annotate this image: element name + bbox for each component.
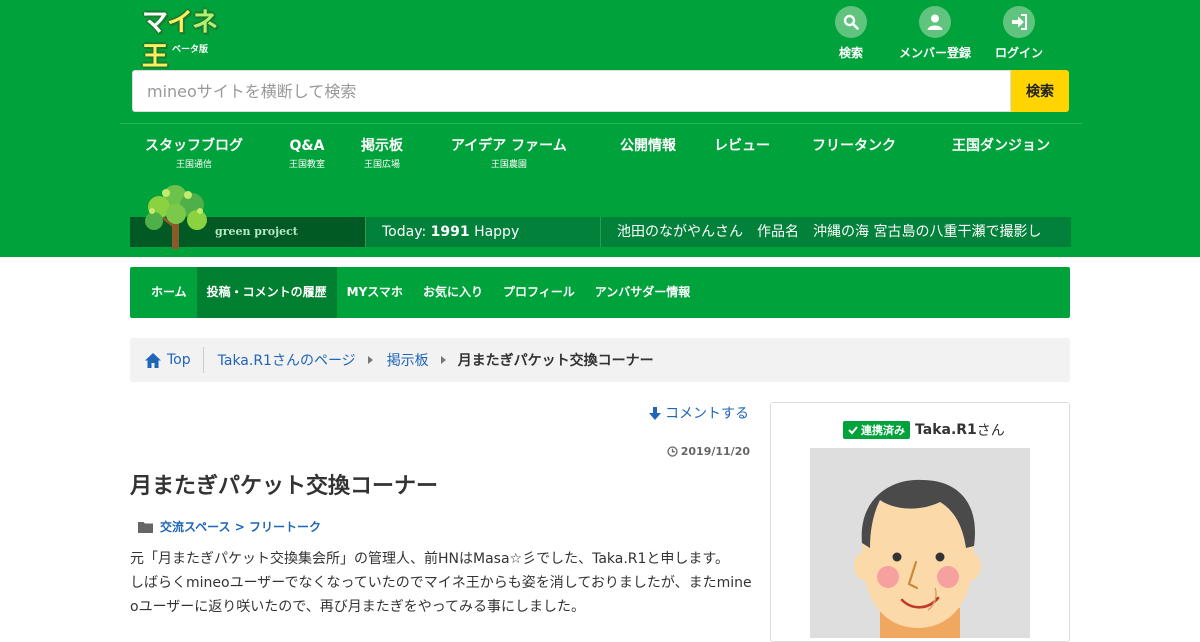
author-header: 連携済み Taka.R1 さん (843, 420, 1005, 440)
post-date: 2019/11/20 (667, 445, 750, 458)
gnav-label: レビュー (714, 138, 770, 154)
header-login-label: ログイン (994, 46, 1043, 60)
chevron-right-icon (440, 356, 446, 364)
breadcrumb-top-label: Top (167, 352, 191, 368)
gnav-sublabel: 王国広場 (363, 160, 400, 170)
gnav-free-tank[interactable]: フリータンク (812, 132, 896, 160)
gnav-public-info[interactable]: 公開情報 (620, 132, 676, 160)
avatar[interactable] (810, 448, 1030, 638)
logo-char-2: イ (167, 8, 193, 38)
logo-char-4: 王 (142, 42, 168, 72)
header-login-button[interactable]: ログイン (984, 6, 1054, 61)
chevron-right-icon (367, 356, 373, 364)
mynav-home[interactable]: ホーム (130, 267, 197, 318)
site-search-button[interactable]: 検索 (1011, 70, 1069, 112)
clock-icon (667, 446, 678, 457)
user-icon (919, 6, 951, 38)
ticker-news[interactable]: 池田のながやんさん 作品名 沖縄の海 宮古島の八重干瀬で撮影し (601, 217, 1071, 247)
gnav-review[interactable]: レビュー (714, 132, 770, 160)
post-category[interactable]: 交流スペース > フリートーク (138, 518, 321, 535)
today-count: 1991 (430, 224, 470, 240)
author-suffix: さん (976, 423, 1005, 439)
breadcrumb-user-page[interactable]: Taka.R1さんのページ (218, 350, 356, 370)
gnav-label: 公開情報 (620, 138, 676, 154)
global-nav: スタッフブログ 王国通信 Q&A 王国教室 掲示板 王国広場 アイデア ファーム… (130, 132, 1070, 182)
login-icon (1003, 6, 1035, 38)
header-register-button[interactable]: メンバー登録 (886, 6, 984, 61)
site-logo[interactable]: マイネ王 ベータ版 (142, 6, 242, 72)
gnav-board[interactable]: 掲示板 王国広場 (361, 132, 403, 170)
logo-beta-label: ベータ版 (172, 45, 209, 55)
gnav-label: アイデア ファーム (451, 138, 567, 154)
gnav-label: Q&A (289, 138, 325, 154)
info-ticker: green project Today: 1991 Happy 池田のながやんさ… (130, 217, 1071, 247)
gnav-sublabel: 王国教室 (289, 160, 326, 170)
mynav-ambassador[interactable]: アンバサダー情報 (585, 267, 701, 318)
search-icon (835, 6, 867, 38)
home-icon (145, 352, 161, 368)
linked-badge: 連携済み (843, 421, 910, 439)
today-happy-counter: Today: 1991 Happy (365, 217, 601, 247)
check-icon (848, 426, 858, 435)
gnav-label: 王国ダンジョン (952, 138, 1050, 154)
mynav-post-history[interactable]: 投稿・コメントの履歴 (196, 267, 337, 318)
header-register-label: メンバー登録 (898, 46, 971, 60)
gnav-sublabel: 王国農園 (490, 160, 527, 170)
breadcrumb: Top Taka.R1さんのページ 掲示板 月またぎパケット交換コーナー (130, 338, 1070, 382)
gnav-sublabel: 王国通信 (175, 160, 212, 170)
site-header: マイネ王 ベータ版 検索 メンバー登録 ログイン 検索 スタッフブロ (0, 0, 1200, 257)
today-suffix: Happy (474, 224, 520, 240)
nav-divider (120, 123, 1082, 124)
post-date-value: 2019/11/20 (680, 445, 750, 458)
post-paragraph: 元「月またぎパケット交換集会所」の管理人、前HNはMasa☆彡でした、Taka.… (130, 551, 730, 567)
author-card: 連携済み Taka.R1 さん (770, 402, 1070, 642)
site-search: 検索 (132, 70, 1069, 112)
gnav-label: フリータンク (812, 138, 896, 154)
post-paragraph: しばらくmineoユーザーでなくなっていたのでマイネ王からも姿を消しておりました… (130, 575, 752, 615)
mynav-favorites[interactable]: お気に入り (413, 267, 493, 318)
post-title: 月またぎパケット交換コーナー (130, 474, 439, 499)
comment-button[interactable]: コメントする (649, 403, 749, 423)
breadcrumb-top[interactable]: Top (130, 347, 204, 373)
breadcrumb-board[interactable]: 掲示板 (387, 350, 429, 370)
gnav-staff-blog[interactable]: スタッフブログ 王国通信 (145, 132, 243, 170)
post-category-label: 交流スペース > フリートーク (160, 520, 321, 534)
logo-char-1: マ (142, 8, 168, 38)
site-search-input[interactable] (132, 70, 1011, 112)
comment-button-label: コメントする (665, 406, 749, 422)
my-page-nav: ホーム 投稿・コメントの履歴 MYスマホ お気に入り プロフィール アンバサダー… (130, 267, 1070, 318)
author-name[interactable]: Taka.R1 (915, 422, 977, 438)
header-search-button[interactable]: 検索 (816, 6, 886, 61)
post-body: 元「月またぎパケット交換集会所」の管理人、前HNはMasa☆彡でした、Taka.… (130, 547, 752, 619)
arrow-down-icon (649, 406, 661, 420)
folder-icon (138, 521, 153, 533)
logo-char-3: ネ (192, 8, 218, 38)
gnav-label: スタッフブログ (145, 138, 243, 154)
gnav-dungeon[interactable]: 王国ダンジョン (952, 132, 1050, 160)
linked-badge-label: 連携済み (861, 424, 905, 437)
gnav-label: 掲示板 (361, 138, 403, 154)
tree-icon (145, 185, 207, 249)
gnav-qa[interactable]: Q&A 王国教室 (289, 132, 325, 170)
gnav-idea-farm[interactable]: アイデア ファーム 王国農園 (451, 132, 567, 170)
mynav-my-smartphone[interactable]: MYスマホ (337, 267, 413, 318)
today-label: Today: (382, 224, 427, 240)
header-actions: 検索 メンバー登録 ログイン (816, 6, 1054, 61)
breadcrumb-current: 月またぎパケット交換コーナー (457, 353, 654, 369)
mynav-profile[interactable]: プロフィール (493, 267, 585, 318)
header-search-label: 検索 (838, 46, 863, 60)
logo-text: マイネ王 (142, 6, 242, 74)
